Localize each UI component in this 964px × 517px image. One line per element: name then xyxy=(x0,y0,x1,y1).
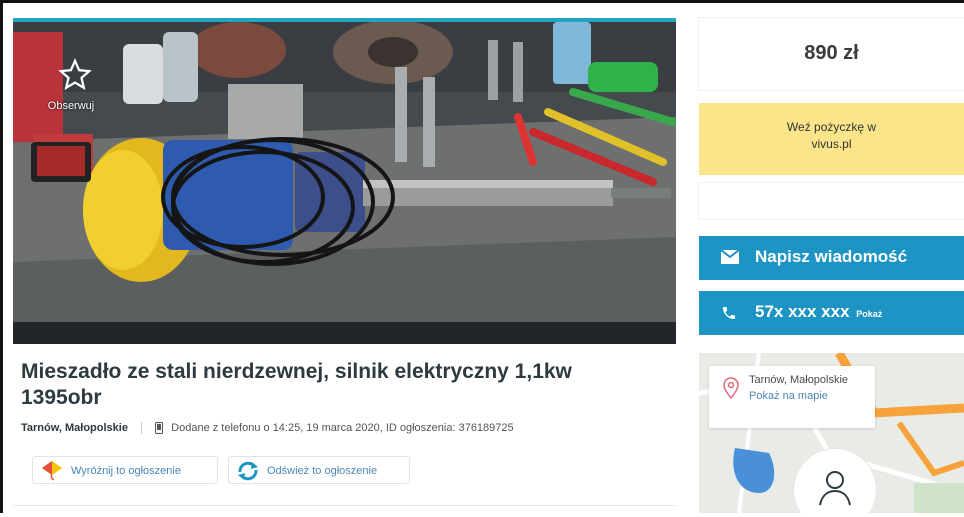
map-location-card: Tarnów, Małopolskie Pokaż na mapie xyxy=(709,366,875,428)
kite-icon xyxy=(42,461,62,481)
meta-separator xyxy=(141,422,143,435)
show-phone-button[interactable]: 57x xxx xxx Pokaż xyxy=(699,291,964,335)
listing-meta: Tarnów, Małopolskie Dodane z telefonu o … xyxy=(21,422,661,435)
location-map[interactable]: Tarnów, Małopolskie Pokaż na mapie xyxy=(699,353,964,513)
star-icon xyxy=(58,58,92,91)
phone-device-icon xyxy=(155,422,164,435)
listing-card: Obserwuj Mieszadło ze stali nierdzewnej,… xyxy=(13,18,676,517)
listing-title: Mieszadło ze stali nierdzewnej, silnik e… xyxy=(21,360,572,409)
listing-date-id: o 14:25, 19 marca 2020, ID ogłoszenia: 3… xyxy=(263,422,514,434)
user-avatar-icon xyxy=(819,471,851,506)
listing-photo-drawing xyxy=(13,22,676,344)
phone-number: 57x xxx xxx xyxy=(755,302,850,321)
loan-text: Weź pożyczkę w vivus.pl xyxy=(699,119,964,153)
feature-listing-label: Wyróżnij to ogłoszenie xyxy=(71,465,181,477)
refresh-listing-label: Odśwież to ogłoszenie xyxy=(267,465,378,477)
loan-ad[interactable]: Weź pożyczkę w vivus.pl xyxy=(699,103,964,175)
phone-icon xyxy=(723,307,735,319)
listing-location[interactable]: Tarnów, Małopolskie xyxy=(21,422,128,434)
show-on-map-link[interactable]: Pokaż na mapie xyxy=(749,390,828,402)
map-pin-icon xyxy=(723,377,739,399)
window-border-top xyxy=(0,0,964,3)
sidebar: 890 zł Weź pożyczkę w vivus.pl Napisz wi… xyxy=(699,18,964,513)
send-message-button[interactable]: Napisz wiadomość xyxy=(699,236,964,280)
envelope-icon xyxy=(721,250,739,264)
window-border-left xyxy=(0,0,3,513)
feature-listing-button[interactable]: Wyróżnij to ogłoszenie xyxy=(32,456,218,484)
added-from-phone: Dodane z telefonu xyxy=(171,422,261,434)
price-box: 890 zł xyxy=(699,18,964,90)
show-phone-label[interactable]: Pokaż xyxy=(856,309,882,319)
map-city: Tarnów, Małopolskie xyxy=(749,374,849,386)
watch-button[interactable]: Obserwuj xyxy=(39,58,111,126)
listing-photo[interactable]: Obserwuj xyxy=(13,22,676,344)
empty-panel xyxy=(699,183,964,219)
price: 890 zł xyxy=(804,42,859,64)
loan-line-2: vivus.pl xyxy=(811,137,852,151)
loan-line-1: Weź pożyczkę w xyxy=(786,120,877,134)
divider xyxy=(13,505,676,506)
refresh-listing-button[interactable]: Odśwież to ogłoszenie xyxy=(228,456,410,484)
refresh-icon xyxy=(238,461,258,481)
send-message-label: Napisz wiadomość xyxy=(755,247,908,266)
watch-label: Obserwuj xyxy=(47,100,95,112)
